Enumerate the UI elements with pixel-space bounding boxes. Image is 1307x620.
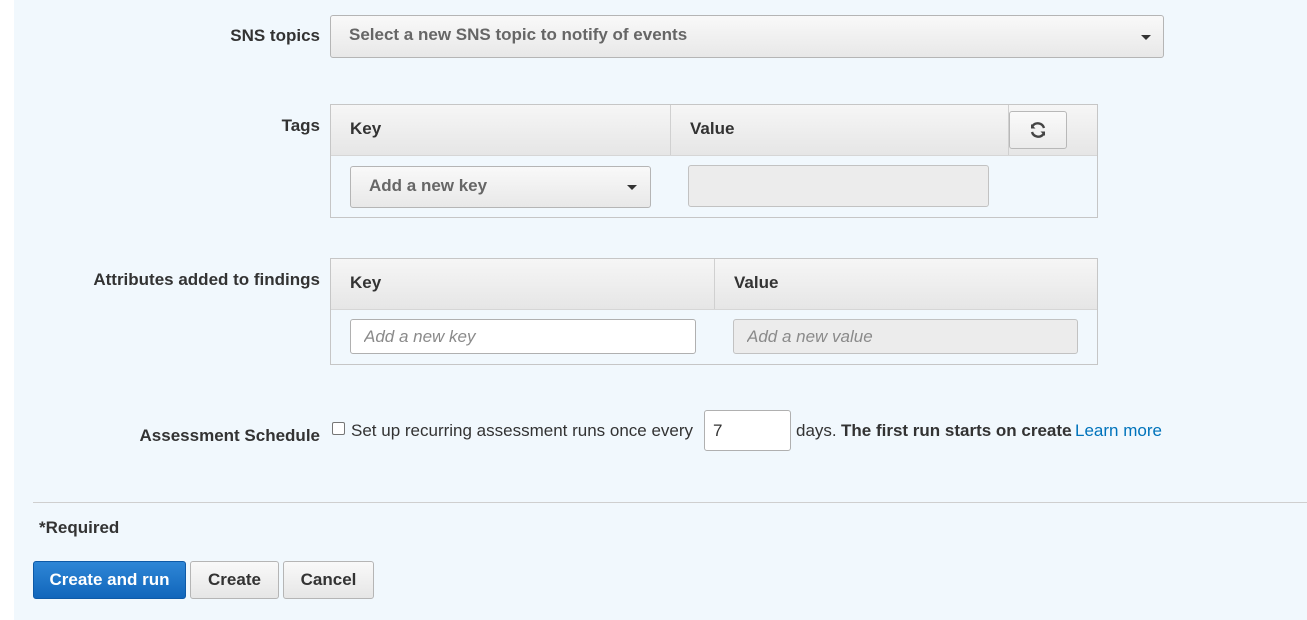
tag-key-select-text: Add a new key [369,176,488,195]
attributes-table: Key Value [330,258,1098,365]
form-divider [33,502,1307,503]
attributes-value-header: Value [734,273,779,292]
create-and-run-button[interactable]: Create and run [33,561,186,599]
chevron-down-icon [1141,35,1151,40]
tag-value-input[interactable] [688,165,989,207]
sns-topic-select[interactable]: Select a new SNS topic to notify of even… [330,15,1164,58]
tags-key-header: Key [350,119,382,138]
tags-table: Key Value Add a new key [330,104,1098,218]
sns-topic-select-text: Select a new SNS topic to notify of even… [349,25,688,44]
attribute-value-input[interactable] [733,319,1078,354]
recurring-runs-label: Set up recurring assessment runs once ev… [351,421,694,440]
sns-topics-label: SNS topics [230,26,320,45]
first-run-note: The first run starts on create [841,421,1072,440]
days-suffix: days. [796,421,837,440]
tags-label: Tags [281,116,320,135]
attributes-key-header: Key [350,273,382,292]
refresh-icon [1030,122,1046,138]
recurring-days-input[interactable] [704,410,791,451]
attribute-key-input[interactable] [350,319,696,354]
assessment-template-form: SNS topics Select a new SNS topic to not… [14,0,1307,620]
chevron-down-icon [627,185,637,190]
tags-table-header: Key Value [331,105,1097,156]
required-note: *Required [39,518,120,537]
attributes-label: Attributes added to findings [93,270,320,289]
refresh-tags-button[interactable] [1009,111,1067,149]
cancel-button[interactable]: Cancel [283,561,374,599]
attributes-table-header: Key Value [331,259,1097,310]
first-run-note-period: . [1068,421,1073,440]
tag-key-select[interactable]: Add a new key [350,166,651,208]
learn-more-link[interactable]: Learn more [1075,421,1162,441]
create-button[interactable]: Create [190,561,279,599]
recurring-runs-checkbox[interactable] [332,422,345,435]
tags-value-header: Value [690,119,735,138]
assessment-schedule-label: Assessment Schedule [139,426,320,445]
